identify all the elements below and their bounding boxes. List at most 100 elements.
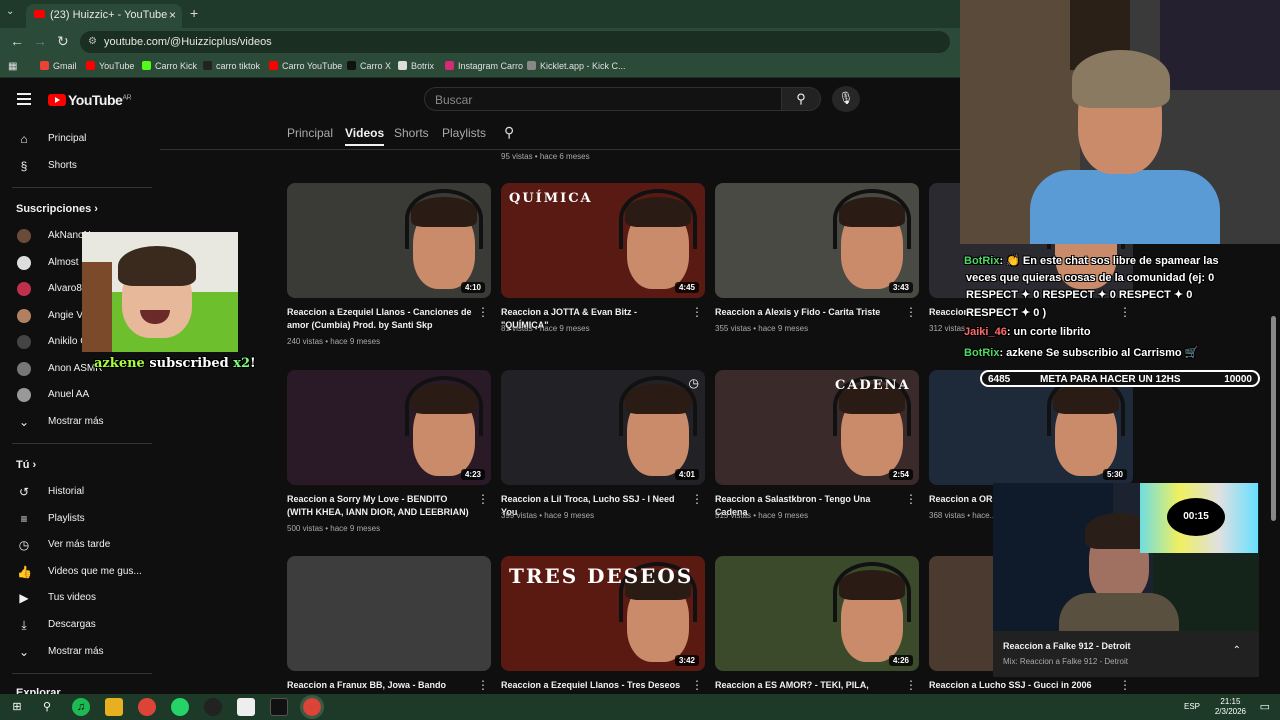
browser-tab[interactable]: (23) Huizzic+ - YouTube × [26,4,182,28]
reload-icon[interactable]: ↻ [57,33,69,50]
sidebar-item-label: Mostrar más [48,416,104,427]
bookmark-1[interactable]: YouTube [86,61,134,71]
video-thumbnail[interactable]: TRES DESEOS 3:42 [501,556,705,671]
system-clock[interactable]: 21:15 2/3/2026 [1215,697,1246,717]
menu-icon[interactable] [17,93,31,108]
more-options-icon[interactable]: ⋮ [905,306,917,318]
video-thumbnail[interactable]: 3:43 [715,183,919,298]
back-icon[interactable]: ← [10,33,24,49]
capcut-icon[interactable] [270,698,288,716]
chrome-icon[interactable] [138,698,156,716]
new-tab-icon[interactable]: + [190,5,198,21]
chevron-up-icon[interactable]: ⌃ [1233,645,1241,656]
tab-playlists[interactable]: Playlists [442,126,486,140]
video-title[interactable]: Reaccion a Sorry My Love - BENDITO (WITH… [287,493,473,519]
bookmark-label: Kicklet.app - Kick C... [540,61,626,71]
video-thumbnail[interactable]: QUÍMICA 4:45 [501,183,705,298]
channel-search-icon[interactable]: ⚲ [504,124,514,141]
more-options-icon[interactable]: ⋮ [691,493,703,505]
youtube-logo[interactable]: YouTubeAR [48,92,132,108]
video-thumbnail[interactable]: CADENA 2:54 [715,370,919,485]
sidebar-item[interactable]: 👍 Videos que me gus... [0,559,158,585]
active-chrome-icon[interactable] [300,695,324,719]
sidebar-item[interactable]: Anuel AA [0,382,158,408]
more-options-icon[interactable]: ⋮ [1119,679,1131,691]
more-options-icon[interactable]: ⋮ [477,679,489,691]
apps-icon[interactable]: ▦ [8,61,17,72]
video-title[interactable]: Reaccion a Alexis y Fido - Carita Triste [715,306,901,319]
bookmark-0[interactable]: Gmail [40,61,77,71]
more-options-icon[interactable]: ⋮ [477,306,489,318]
alert-text: subscribed [149,356,229,371]
video-title[interactable]: Reaccion a Lucho SSJ - Gucci in 2006 [929,679,1115,692]
bookmark-5[interactable]: Carro X [347,61,391,71]
tab-videos[interactable]: Videos [345,126,385,146]
sidebar-item[interactable]: ◷ Ver más tarde [0,532,158,558]
video-thumbnail[interactable] [287,556,491,671]
voice-search-button[interactable]: 🎙 [832,86,860,112]
chat-username: BotRix [964,255,1000,267]
sidebar-item[interactable]: ⌂ Principal [0,126,158,152]
spotify-icon[interactable]: ♫ [72,698,90,716]
bookmark-2[interactable]: Carro Kick [142,61,197,71]
more-options-icon[interactable]: ⋮ [691,306,703,318]
miniplayer-subtitle: Mix: Reaccion a Falke 912 - Detroit [1003,657,1128,666]
url-field[interactable]: ⚙ youtube.com/@Huizzicplus/videos [80,31,950,53]
search-input[interactable]: Buscar [424,87,782,111]
more-options-icon[interactable]: ⋮ [691,679,703,691]
your-videos-icon: ▶ [19,591,29,606]
sidebar-item[interactable]: ⌄ Mostrar más [0,639,158,665]
video-thumbnail[interactable]: 4:23 [287,370,491,485]
chevron-right-icon: › [29,459,37,471]
video-title[interactable]: Reaccion a Ezequiel Llanos - Canciones d… [287,306,473,332]
site-info-icon[interactable]: ⚙ [88,36,97,47]
sidebar-item[interactable]: ▶ Tus videos [0,585,158,611]
notifications-icon[interactable]: ▭ [1260,700,1270,713]
video-thumbnail[interactable]: 4:01 ◷ [501,370,705,485]
more-options-icon[interactable]: ⋮ [477,493,489,505]
sidebar-item[interactable]: ≡ Playlists [0,506,158,532]
bookmark-4[interactable]: Carro YouTube [269,61,342,71]
bookmark-7[interactable]: Instagram Carro [445,61,523,71]
chat-text: RESPECT ✦ 0 RESPECT ✦ 0 RESPECT ✦ 0 [966,289,1193,301]
video-meta: 355 vistas • hace 9 meses [715,324,809,333]
whatsapp-icon[interactable] [171,698,189,716]
tab-shorts[interactable]: Shorts [394,126,429,140]
video-title[interactable]: Reaccion a Franux BB, Jowa - Bando [287,679,473,692]
streamer-webcam [960,0,1280,244]
youtube-header: YouTubeAR Buscar ⚲ 🎙 [0,79,960,119]
sidebar-section-header[interactable]: Suscripciones › [16,203,98,215]
bookmark-3[interactable]: carro tiktok [203,61,260,71]
miniplayer[interactable]: Reaccion a Falke 912 - Detroit Mix: Reac… [993,631,1259,677]
watch-later-icon[interactable]: ◷ [689,376,699,390]
windows-start-icon[interactable]: ⊞ [8,698,26,716]
more-options-icon[interactable]: ⋮ [905,679,917,691]
video-meta: 515 vistas • hace 9 meses [715,511,809,520]
video-thumbnail[interactable]: 4:10 [287,183,491,298]
sidebar-item[interactable]: ⌄ Mostrar más [0,409,158,435]
like-icon: 👍 [17,564,32,579]
more-options-icon[interactable]: ⋮ [905,493,917,505]
sidebar-item[interactable]: ↺ Historial [0,479,158,505]
video-thumbnail[interactable]: 4:26 [715,556,919,671]
sidebar-item[interactable]: § Shorts [0,153,158,179]
close-tab-icon[interactable]: × [169,8,176,22]
sidebar-item-label: Descargas [48,619,96,630]
chat-text: : azkene Se subscribio al Carrismo 🛒 [999,347,1199,359]
video-title[interactable]: Reaccion a Ezequiel Llanos - Tres Deseos [501,679,687,692]
tab-menu-icon[interactable]: ⌄ [6,6,14,17]
chat-text: : un corte librito [1006,326,1091,338]
bookmark-8[interactable]: Kicklet.app - Kick C... [527,61,626,71]
sidebar-section-header[interactable]: Tú › [16,459,36,471]
store-icon[interactable] [237,698,255,716]
language-indicator[interactable]: ESP [1184,702,1200,711]
obs-icon[interactable] [204,698,222,716]
taskbar-search-icon[interactable]: ⚲ [38,698,56,716]
bookmark-6[interactable]: Botrix [398,61,434,71]
file-explorer-icon[interactable] [105,698,123,716]
sidebar-item[interactable]: ⤓ Descargas [0,612,158,638]
forward-icon[interactable]: → [33,33,47,49]
tab-principal[interactable]: Principal [287,126,333,140]
search-button[interactable]: ⚲ [781,87,821,111]
avatar [17,335,31,349]
